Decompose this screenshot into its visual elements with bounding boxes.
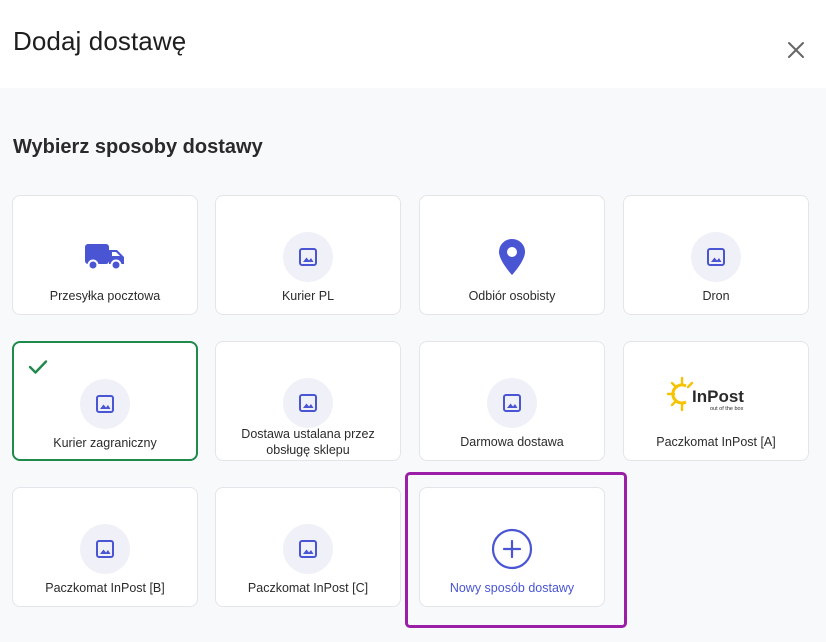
inpost-brand-text: InPost	[692, 387, 744, 406]
add-delivery-method-button[interactable]: Nowy sposób dostawy	[419, 487, 605, 607]
delivery-option-label: Dron	[702, 289, 730, 303]
image-placeholder-icon	[487, 378, 537, 428]
delivery-option-paczkomat-c[interactable]: Paczkomat InPost [C]	[215, 487, 401, 607]
close-icon	[788, 42, 804, 58]
inpost-logo: InPost out of the box	[666, 376, 744, 412]
image-placeholder-icon	[283, 378, 333, 428]
delivery-option-label: Przesyłka pocztowa	[49, 289, 161, 303]
delivery-option-label: Kurier PL	[281, 289, 335, 303]
image-placeholder-icon	[283, 524, 333, 574]
truck-icon	[80, 232, 130, 282]
delivery-option-label: Paczkomat InPost [C]	[247, 581, 369, 595]
add-delivery-method-label: Nowy sposób dostawy	[449, 581, 575, 595]
image-placeholder-icon	[283, 232, 333, 282]
delivery-option-label: Paczkomat InPost [B]	[45, 581, 165, 595]
delivery-option-dron[interactable]: Dron	[623, 195, 809, 315]
delivery-option-label: Odbiór osobisty	[468, 289, 556, 303]
delivery-option-label: Dostawa ustalana przez obsługę sklepu	[241, 427, 375, 457]
image-placeholder-icon	[691, 232, 741, 282]
dialog-header: Dodaj dostawę	[0, 0, 826, 88]
checkmark-icon	[28, 360, 48, 374]
dialog-title: Dodaj dostawę	[13, 26, 187, 56]
delivery-option-kurier-zagraniczny[interactable]: Kurier zagraniczny	[12, 341, 198, 461]
delivery-option-odbior-osobisty[interactable]: Odbiór osobisty	[419, 195, 605, 315]
delivery-option-darmowa-dostawa[interactable]: Darmowa dostawa	[419, 341, 605, 461]
map-pin-icon	[487, 232, 537, 282]
delivery-option-paczkomat-a[interactable]: InPost out of the box Paczkomat InPost […	[623, 341, 809, 461]
delivery-option-dostawa-ustalana[interactable]: Dostawa ustalana przez obsługę sklepu	[215, 341, 401, 461]
delivery-option-label: Paczkomat InPost [A]	[656, 435, 776, 449]
inpost-tagline-text: out of the box	[710, 406, 744, 412]
delivery-option-przesylka-pocztowa[interactable]: Przesyłka pocztowa	[12, 195, 198, 315]
plus-circle-icon	[487, 524, 537, 574]
delivery-option-label: Kurier zagraniczny	[53, 436, 157, 450]
close-button[interactable]	[784, 38, 808, 62]
delivery-option-paczkomat-b[interactable]: Paczkomat InPost [B]	[12, 487, 198, 607]
delivery-option-kurier-pl[interactable]: Kurier PL	[215, 195, 401, 315]
section-title: Wybierz sposoby dostawy	[13, 136, 263, 158]
delivery-option-label: Darmowa dostawa	[460, 435, 564, 449]
image-placeholder-icon	[80, 524, 130, 574]
image-placeholder-icon	[80, 379, 130, 429]
